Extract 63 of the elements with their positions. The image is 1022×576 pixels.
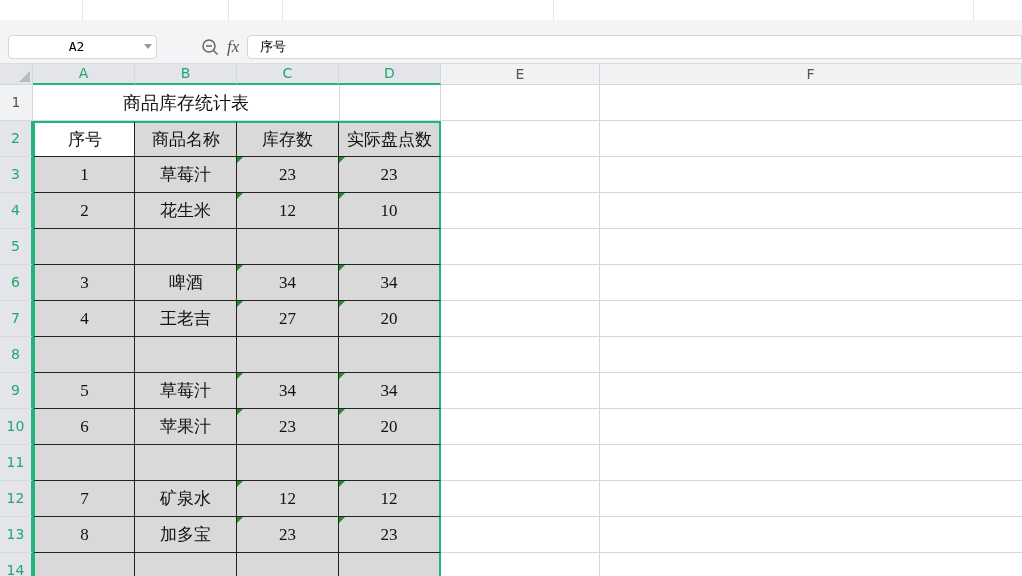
row-header[interactable]: 3 xyxy=(0,157,33,193)
row-header[interactable]: 2 xyxy=(0,121,33,157)
cell-text: 12 xyxy=(279,199,296,222)
formula-field[interactable]: 序号 xyxy=(247,34,1022,59)
cell-text: 2 xyxy=(80,199,89,222)
row-header[interactable]: 13 xyxy=(0,517,33,553)
cell-text: 10 xyxy=(380,199,398,222)
cell-text: 矿泉水 xyxy=(160,487,211,510)
row-header[interactable]: 11 xyxy=(0,445,33,481)
row-header[interactable]: 4 xyxy=(0,193,33,229)
row-header[interactable]: 6 xyxy=(0,265,33,301)
row-header[interactable]: 10 xyxy=(0,409,33,445)
cell-text: 34 xyxy=(279,271,296,294)
cell-text: 8 xyxy=(80,523,89,546)
cell-text: 27 xyxy=(279,307,296,330)
cell-text: 12 xyxy=(380,487,398,510)
name-box[interactable]: A2 xyxy=(8,34,157,59)
cell-text: 23 xyxy=(380,163,398,186)
row-header[interactable]: 14 xyxy=(0,553,33,576)
cell-text: 草莓汁 xyxy=(160,379,211,402)
cell-text: 商品名称 xyxy=(151,128,220,151)
cell-text: 王老吉 xyxy=(160,307,211,330)
triangle-icon xyxy=(19,71,30,82)
cell-text: 23 xyxy=(279,523,296,546)
cell-text: 库存数 xyxy=(262,128,313,151)
cell-text: 7 xyxy=(80,487,89,510)
cell-text: 6 xyxy=(80,415,89,438)
row-header[interactable]: 7 xyxy=(0,301,33,337)
cell-text: 4 xyxy=(80,307,89,330)
column-header[interactable]: C xyxy=(237,64,339,85)
zoom-out-icon xyxy=(201,37,219,56)
cell-text: 5 xyxy=(80,379,89,402)
cell-text: 23 xyxy=(279,163,296,186)
cell-text: 1 xyxy=(80,163,89,186)
row-header[interactable]: 8 xyxy=(0,337,33,373)
cell-text: 3 xyxy=(80,271,89,294)
cell-text: 20 xyxy=(380,307,398,330)
cell-text: 序号 xyxy=(67,128,102,151)
dropdown-caret-icon xyxy=(144,44,152,49)
column-header[interactable]: F xyxy=(600,64,1022,85)
cell-text: 23 xyxy=(279,415,296,438)
cell-text: 实际盘点数 xyxy=(346,128,432,151)
column-header[interactable]: B xyxy=(135,64,237,85)
cell-text: 20 xyxy=(380,415,398,438)
column-header[interactable]: E xyxy=(441,64,600,85)
cell-text: 草莓汁 xyxy=(160,163,211,186)
cell-text: 34 xyxy=(380,271,398,294)
cell-text: 加多宝 xyxy=(160,523,211,546)
row-header[interactable]: 9 xyxy=(0,373,33,409)
column-header[interactable]: A xyxy=(33,64,135,85)
row-header[interactable]: 12 xyxy=(0,481,33,517)
cell-text: 花生米 xyxy=(160,199,211,222)
cell-text: 12 xyxy=(279,487,296,510)
row-header[interactable]: 5 xyxy=(0,229,33,265)
row-header[interactable]: 1 xyxy=(0,85,33,121)
cell-text: 23 xyxy=(380,523,398,546)
cell-text: 啤酒 xyxy=(168,271,203,294)
function-label[interactable]: fx xyxy=(227,33,240,60)
cell-text: 34 xyxy=(380,379,398,402)
cell-text: 苹果汁 xyxy=(160,415,211,438)
cell-text: 34 xyxy=(279,379,296,402)
select-all-corner[interactable] xyxy=(0,64,33,85)
column-header[interactable]: D xyxy=(339,64,441,85)
